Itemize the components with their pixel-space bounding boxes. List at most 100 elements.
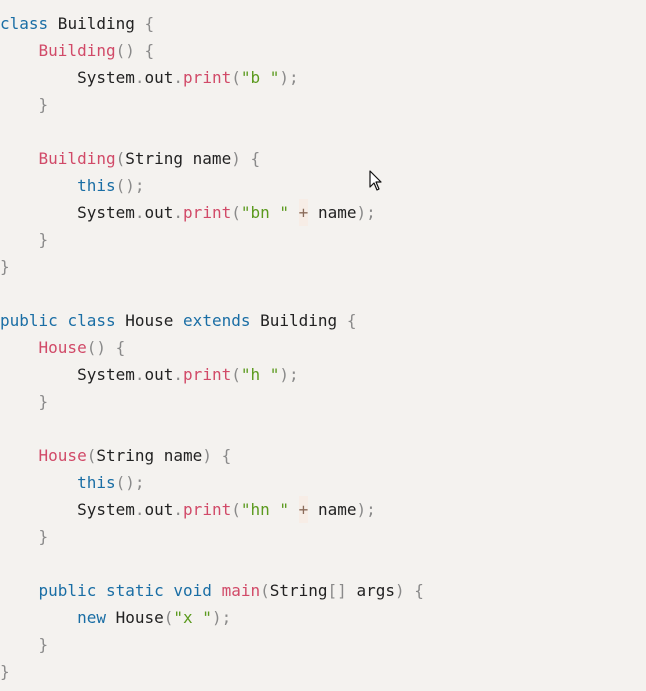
code-line: System. out. print("bn " + name);: [0, 199, 646, 226]
code-line: new House("x ");: [0, 604, 646, 631]
code-line: House() {: [0, 334, 646, 361]
code-token-ident: [0, 334, 39, 361]
code-line: Building(String name) {: [0, 145, 646, 172]
code-token-punct: (: [260, 581, 270, 600]
code-token-fn: print: [183, 68, 232, 87]
code-token-ident: [0, 172, 77, 199]
code-token-ident: [289, 496, 299, 523]
code-line: }: [0, 388, 646, 415]
code-token-ident: [0, 604, 77, 631]
code-token-str: "b ": [240, 68, 280, 87]
code-token-punct: );: [356, 500, 376, 519]
code-token-op: +: [298, 199, 309, 226]
code-token-fn: House: [38, 338, 87, 357]
code-token-punct: }: [38, 527, 49, 546]
code-token-ident: [0, 442, 39, 469]
code-token-kw: class: [67, 311, 116, 330]
code-token-ident: [0, 37, 39, 64]
code-token-punct: );: [279, 365, 299, 384]
code-token-ident: String name: [96, 446, 203, 465]
code-token-punct: ) {: [231, 149, 261, 168]
code-token-punct: ();: [115, 176, 145, 195]
code-token-punct: {: [346, 311, 357, 330]
code-token-kw: extends: [183, 311, 251, 330]
code-token-kw: public: [38, 581, 97, 600]
code-line: }: [0, 523, 646, 550]
code-token-ident: name: [308, 500, 357, 519]
code-line: this ();: [0, 172, 646, 199]
arrow-pointer-icon: [369, 170, 382, 191]
code-token-punct: .: [134, 365, 145, 384]
code-viewer: class Building { Building() { System. out…: [0, 0, 646, 691]
code-token-punct: ) {: [202, 446, 232, 465]
code-token-punct: (: [115, 149, 126, 168]
code-line: System. out. print("h ");: [0, 361, 646, 388]
code-token-punct: }: [0, 662, 10, 681]
code-line: }: [0, 631, 646, 658]
code-token-ident: [289, 199, 299, 226]
code-token-punct: ) {: [394, 581, 424, 600]
code-token-fn: main: [221, 581, 261, 600]
code-token-kw: this: [77, 176, 116, 195]
code-token-punct: .: [173, 365, 184, 384]
code-token-ident: [0, 469, 77, 496]
code-token-ident: System: [0, 203, 135, 222]
code-token-ident: [164, 577, 174, 604]
code-token-ident: System: [0, 500, 135, 519]
code-token-str: "x ": [173, 608, 212, 627]
code-token-punct: (: [231, 500, 241, 519]
code-token-kw: new: [77, 608, 106, 627]
code-line: System. out. print("hn " + name);: [0, 496, 646, 523]
code-token-ident: [0, 631, 39, 658]
code-line: public class House extends Building {: [0, 307, 646, 334]
code-token-kw: this: [77, 473, 116, 492]
code-token-ident: out: [144, 365, 174, 384]
code-token-punct: }: [38, 392, 49, 411]
code-token-punct: (: [231, 365, 241, 384]
code-token-fn: print: [183, 203, 232, 222]
code-token-ident: name: [308, 203, 357, 222]
code-token-str: "bn ": [240, 203, 290, 222]
code-token-ident: [0, 388, 39, 415]
code-token-punct: .: [134, 68, 145, 87]
code-token-ident: args: [346, 581, 395, 600]
code-token-punct: }: [38, 95, 49, 114]
code-token-punct: {: [144, 14, 155, 33]
code-token-ident: [0, 226, 39, 253]
code-token-ident: String: [269, 581, 328, 600]
code-token-punct: );: [279, 68, 299, 87]
code-token-fn: print: [183, 500, 232, 519]
code-token-fn: print: [183, 365, 232, 384]
code-token-punct: () {: [86, 338, 126, 357]
code-token-punct: (: [86, 446, 97, 465]
code-token-str: "h ": [240, 365, 280, 384]
code-line: House(String name) {: [0, 442, 646, 469]
code-token-fn: Building: [38, 41, 116, 60]
code-token-kw: class: [0, 14, 49, 33]
code-line: }: [0, 91, 646, 118]
code-token-ident: [0, 145, 39, 172]
code-token-op: +: [298, 496, 309, 523]
code-token-fn: House: [38, 446, 87, 465]
code-token-punct: }: [38, 230, 49, 249]
code-line: class Building {: [0, 10, 646, 37]
code-token-punct: (: [231, 203, 241, 222]
code-line: }: [0, 658, 646, 685]
code-token-kw: void: [173, 581, 212, 600]
code-token-punct: .: [173, 68, 184, 87]
code-token-ident: String name: [125, 149, 232, 168]
code-token-kw: public: [0, 311, 58, 330]
code-token-punct: () {: [115, 41, 155, 60]
code-token-fn: Building: [38, 149, 116, 168]
code-token-ident: [0, 577, 39, 604]
code-line: this ();: [0, 469, 646, 496]
code-token-kw: static: [105, 581, 164, 600]
code-token-str: "hn ": [240, 500, 290, 519]
code-token-punct: ();: [115, 473, 145, 492]
code-token-ident: House: [105, 608, 164, 627]
code-token-punct: .: [173, 203, 184, 222]
code-token-punct: []: [327, 581, 347, 600]
